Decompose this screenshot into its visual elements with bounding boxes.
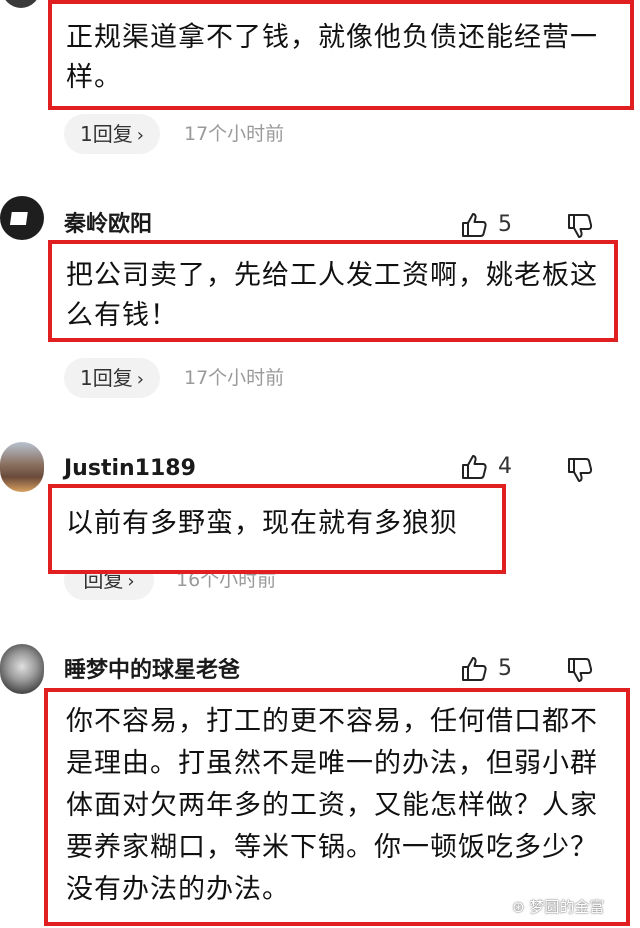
watermark-logo-icon: ⊛ (512, 898, 530, 916)
chevron-right-icon: › (136, 125, 144, 146)
thumbs-up-icon (462, 657, 487, 681)
like-button[interactable]: 5 (458, 210, 538, 240)
chevron-right-icon: › (136, 369, 144, 390)
comment-body-line: 把公司卖了，先给工人发工资啊，姚老板这 (66, 260, 598, 291)
thumbs-up-icon (462, 455, 487, 479)
comment-body-line: 要养家糊口，等米下锅。你一顿饭吃多少？ (66, 832, 598, 863)
watermark: ⊛ 梦圆的金富 (512, 896, 604, 917)
watermark-text: 梦圆的金富 (529, 898, 605, 916)
like-button[interactable]: 4 (458, 452, 538, 482)
comment-body-line: 你不容易，打工的更不容易，任何借口都不 (66, 706, 598, 737)
avatar[interactable] (0, 442, 44, 492)
like-count: 5 (498, 212, 512, 237)
comment-time: 17个小时前 (184, 367, 285, 389)
comment-body-line: 么有钱！ (66, 300, 178, 331)
like-button[interactable]: 5 (458, 654, 538, 684)
chevron-right-icon: › (127, 571, 135, 592)
comment-body-line: 正规渠道拿不了钱，就像他负债还能经营一 (66, 22, 598, 53)
username[interactable]: 睡梦中的球星老爸 (64, 656, 240, 686)
like-count: 5 (498, 656, 512, 681)
reply-button[interactable]: 1回复 › (64, 358, 160, 398)
comment-time: 17个小时前 (184, 123, 285, 145)
comment-body-line: 体面对欠两年多的工资，又能怎样做？人家 (66, 790, 598, 821)
comment-body-line: 样。 (66, 62, 122, 93)
like-count: 4 (498, 454, 512, 479)
avatar[interactable] (0, 196, 44, 240)
username[interactable]: Justin1189 (64, 454, 196, 484)
avatar[interactable] (0, 644, 44, 694)
thumbs-down-icon[interactable] (566, 656, 594, 684)
avatar[interactable] (2, 0, 40, 8)
avatar-logo-icon (9, 212, 28, 225)
comment-body-line: 没有办法的办法。 (66, 874, 290, 905)
comment-body-line: 以前有多野蛮，现在就有多狼狈 (66, 508, 458, 539)
reply-button[interactable]: 1回复 › (64, 114, 160, 154)
thumbs-down-icon[interactable] (566, 456, 594, 484)
comment-body-line: 是理由。打虽然不是唯一的办法，但弱小群 (66, 748, 598, 779)
reply-label: 1回复 (80, 122, 133, 146)
username[interactable]: 秦岭欧阳 (64, 210, 152, 240)
reply-label: 1回复 (80, 366, 133, 390)
thumbs-up-icon (462, 213, 487, 237)
thumbs-down-icon[interactable] (566, 212, 594, 240)
